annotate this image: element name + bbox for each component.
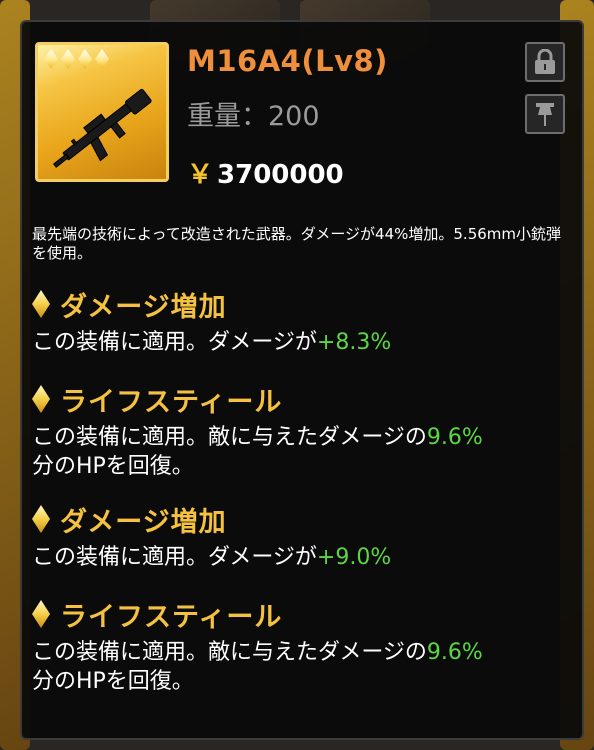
perk-name: ライフスティール <box>60 386 283 418</box>
item-title: M16A4(Lv8) <box>187 44 388 78</box>
item-thumbnail <box>35 42 169 182</box>
diamond-bullet-icon <box>32 505 50 533</box>
item-price: ￥ 3700000 <box>187 154 344 191</box>
perk-text: この装備に適用。敵に与えたダメージの <box>32 425 427 450</box>
rifle-icon <box>52 88 152 168</box>
diamond-bullet-icon <box>32 385 50 413</box>
perk-text-cont: 分のHPを回復。 <box>32 454 194 479</box>
item-tooltip-panel: M16A4(Lv8) 重量：200 ￥ 3700000 最先端の技術によって改造さ… <box>20 20 584 740</box>
price-value: 3700000 <box>217 160 344 190</box>
perk-name: ダメージ増加 <box>60 291 227 323</box>
rarity-stars <box>44 49 109 69</box>
perk-text: この装備に適用。ダメージが <box>32 330 317 355</box>
lock-icon <box>535 49 555 74</box>
diamond-star-icon <box>44 49 58 69</box>
perk-value: 9.6% <box>426 425 483 450</box>
perk-entry: ライフスティール この装備に適用。敵に与えたダメージの9.6% 分のHPを回復。 <box>32 594 577 696</box>
perk-text: この装備に適用。ダメージが <box>32 545 317 570</box>
yen-icon: ￥ <box>187 160 214 190</box>
lock-button[interactable] <box>525 42 565 82</box>
perk-description: この装備に適用。ダメージが+9.0% <box>32 543 577 572</box>
diamond-star-icon <box>78 49 92 69</box>
pin-icon <box>536 103 554 126</box>
diamond-bullet-icon <box>32 600 50 628</box>
item-description: 最先端の技術によって改造された武器。ダメージが44%増加。5.56mm小銃弾を使… <box>32 225 562 262</box>
perk-value: +9.0% <box>316 545 392 570</box>
perk-description: この装備に適用。ダメージが+8.3% <box>32 328 577 357</box>
diamond-bullet-icon <box>32 290 50 318</box>
perk-text-cont: 分のHPを回復。 <box>32 669 194 694</box>
perk-description: この装備に適用。敵に与えたダメージの9.6% 分のHPを回復。 <box>32 423 577 481</box>
item-weight: 重量：200 <box>187 101 320 132</box>
diamond-star-icon <box>61 49 75 69</box>
perk-entry: ダメージ増加 この装備に適用。ダメージが+9.0% <box>32 499 577 572</box>
diamond-star-icon <box>95 49 109 69</box>
perk-entry: ライフスティール この装備に適用。敵に与えたダメージの9.6% 分のHPを回復。 <box>32 379 577 481</box>
pin-button[interactable] <box>525 94 565 134</box>
perk-name: ライフスティール <box>60 601 283 633</box>
perk-entry: ダメージ増加 この装備に適用。ダメージが+8.3% <box>32 284 577 357</box>
perk-description: この装備に適用。敵に与えたダメージの9.6% 分のHPを回復。 <box>32 638 577 696</box>
perk-value: +8.3% <box>316 330 392 355</box>
perk-name: ダメージ増加 <box>60 506 227 538</box>
perk-value: 9.6% <box>426 640 483 665</box>
perk-text: この装備に適用。敵に与えたダメージの <box>32 640 427 665</box>
